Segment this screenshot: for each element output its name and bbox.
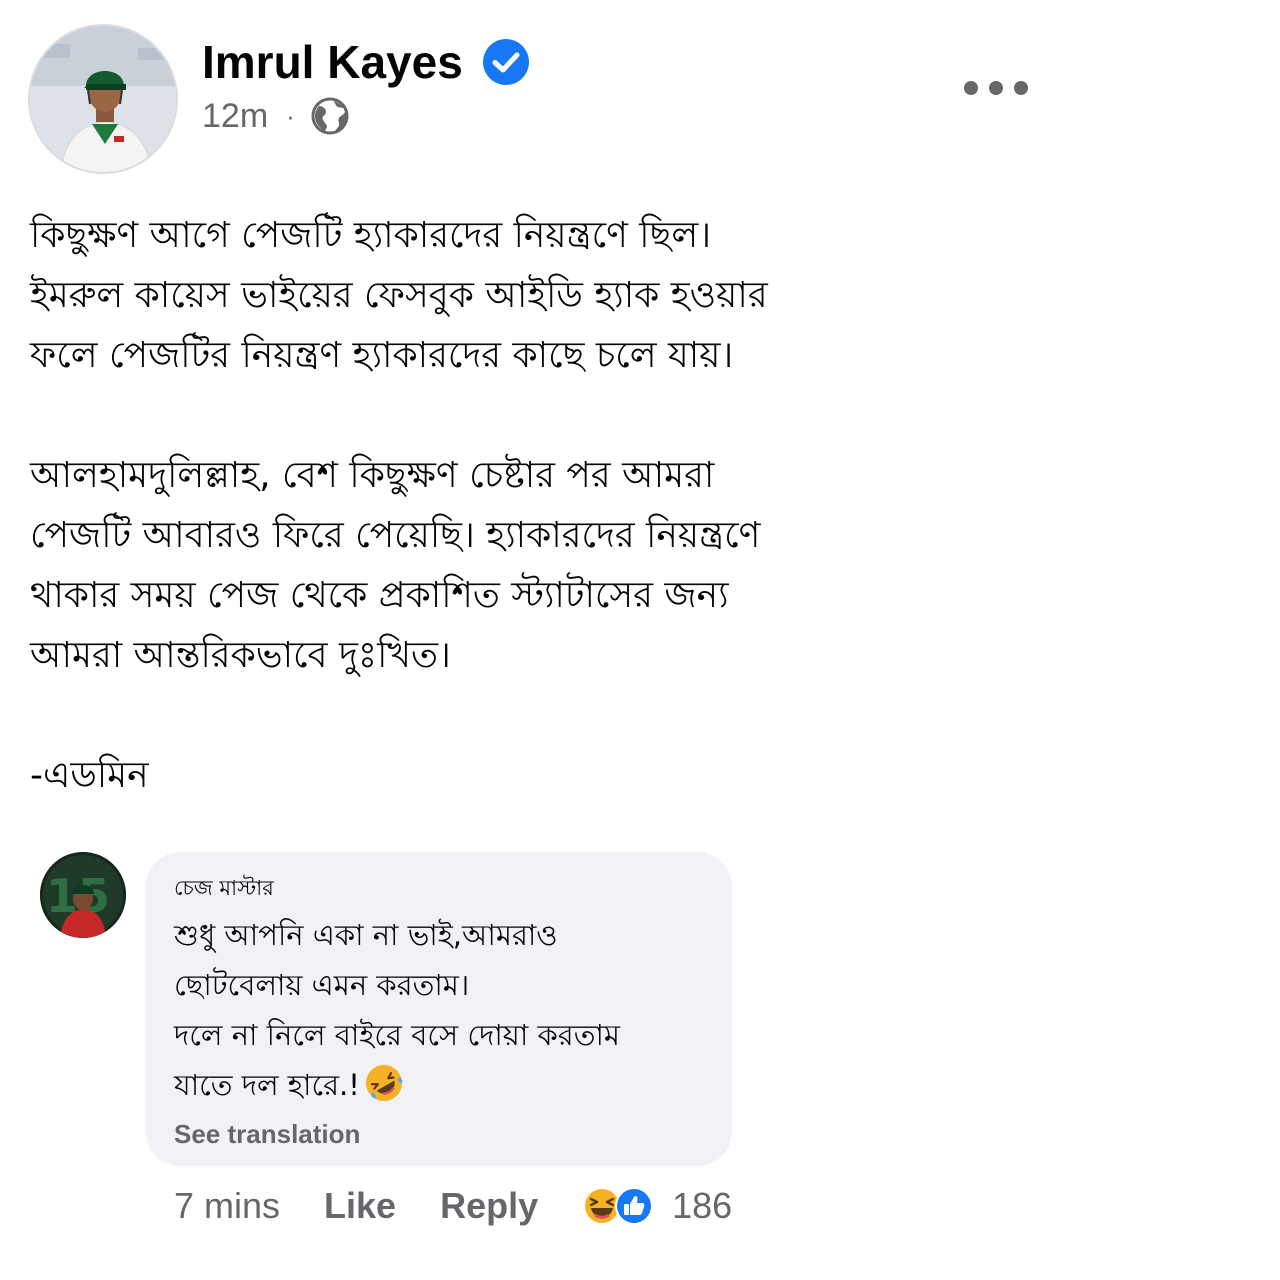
author-avatar[interactable] bbox=[28, 24, 178, 174]
post-signature: -এডমিন bbox=[30, 755, 149, 796]
commenter-avatar-image: 15 bbox=[40, 852, 126, 938]
post-text-line: ইমরুল কায়েস ভাইয়ের ফেসবুক আইডি হ্যাক হ… bbox=[30, 275, 768, 316]
comment-actions: 7 mins Like Reply 186 bbox=[174, 1180, 732, 1232]
see-translation-link[interactable]: See translation bbox=[174, 1114, 704, 1154]
post-body: কিছুক্ষণ আগে পেজটি হ্যাকারদের নিয়ন্ত্রণ… bbox=[30, 206, 1030, 806]
commenter-avatar[interactable]: 15 bbox=[40, 852, 126, 938]
post-header: Imrul Kayes 12m · bbox=[28, 24, 1038, 176]
author-avatar-image bbox=[30, 26, 176, 172]
commenter-name[interactable]: চেজ মাস্টার bbox=[174, 874, 704, 902]
verified-badge-icon bbox=[483, 39, 529, 85]
more-dot bbox=[989, 81, 1003, 95]
author-name[interactable]: Imrul Kayes bbox=[202, 34, 463, 90]
comment-bubble: চেজ মাস্টার শুধু আপনি একা না ভাই,আমরাও ছ… bbox=[146, 852, 732, 1166]
post-text-line: আলহামদুলিল্লাহ, বেশ কিছুক্ষণ চেষ্টার পর … bbox=[30, 455, 715, 496]
post-text-line: পেজটি আবারও ফিরে পেয়েছি। হ্যাকারদের নিয… bbox=[30, 515, 761, 556]
comment-text: শুধু আপনি একা না ভাই,আমরাও ছোটবেলায় এমন… bbox=[174, 910, 704, 1110]
comment-text-line-last: যাতে দল হারে.! bbox=[174, 1060, 704, 1110]
globe-icon[interactable] bbox=[311, 97, 349, 135]
post-timestamp[interactable]: 12m bbox=[202, 97, 268, 136]
rolling-on-floor-laughing-emoji-icon bbox=[365, 1065, 403, 1101]
comment-text-line: দলে না নিলে বাইরে বসে দোয়া করতাম bbox=[174, 1018, 620, 1052]
meta-separator: · bbox=[286, 100, 295, 131]
post-text-line: কিছুক্ষণ আগে পেজটি হ্যাকারদের নিয়ন্ত্রণ… bbox=[30, 215, 712, 256]
post-text-line: আমরা আন্তরিকভাবে দুঃখিত। bbox=[30, 635, 451, 676]
more-dot bbox=[1014, 81, 1028, 95]
reaction-summary[interactable]: 186 bbox=[582, 1185, 732, 1227]
comment-timestamp[interactable]: 7 mins bbox=[174, 1185, 280, 1227]
like-button[interactable]: Like bbox=[324, 1185, 396, 1227]
more-options-button[interactable] bbox=[964, 72, 1028, 104]
comment-text-line: ছোটবেলায় এমন করতাম। bbox=[174, 968, 470, 1002]
comment-text-line: শুধু আপনি একা না ভাই,আমরাও bbox=[174, 918, 558, 952]
like-reaction-icon bbox=[615, 1187, 654, 1225]
comment-text-line: যাতে দল হারে.! bbox=[174, 1068, 360, 1102]
reply-button[interactable]: Reply bbox=[440, 1185, 538, 1227]
post-text-line: থাকার সময় পেজ থেকে প্রকাশিত স্ট্যাটাসের… bbox=[30, 575, 729, 616]
post-meta: 12m · bbox=[202, 94, 349, 138]
post-text-line: ফলে পেজটির নিয়ন্ত্রণ হ্যাকারদের কাছে চল… bbox=[30, 335, 734, 376]
reaction-count: 186 bbox=[672, 1185, 733, 1226]
more-dot bbox=[964, 81, 978, 95]
